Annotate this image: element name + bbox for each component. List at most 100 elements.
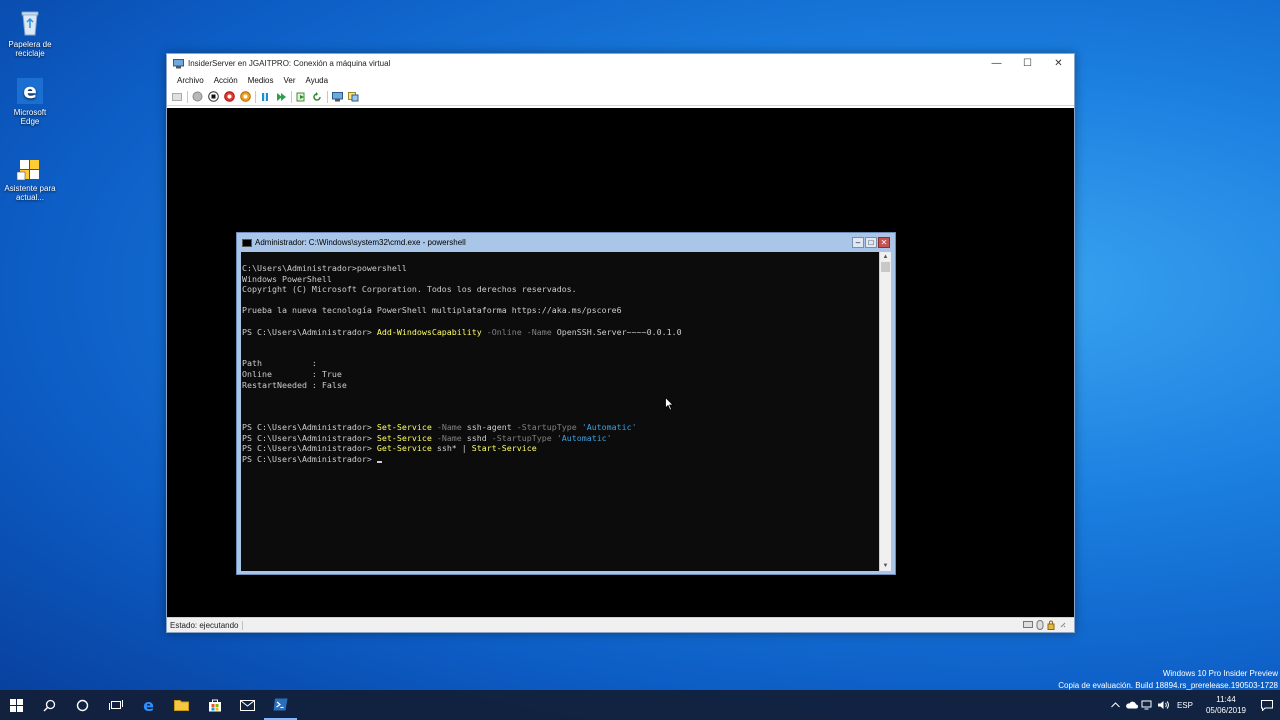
task-view-icon <box>108 700 123 710</box>
resume-icon[interactable] <box>275 91 287 103</box>
console-line: Path : <box>242 358 317 369</box>
vm-status-bar: Estado: ejecutando <box>167 617 1074 632</box>
text-cursor <box>376 461 382 464</box>
taskbar: e ESP 11:44 05/06/2019 <box>0 690 1280 720</box>
lock-icon <box>1047 620 1055 630</box>
save-state-icon[interactable] <box>239 91 251 103</box>
taskbar-store[interactable] <box>198 690 231 720</box>
edge-icon: e <box>17 78 43 104</box>
taskbar-edge[interactable]: e <box>132 690 165 720</box>
menu-archivo[interactable]: Archivo <box>177 76 204 85</box>
mail-icon <box>240 699 255 711</box>
enhanced-session-icon[interactable] <box>331 91 343 103</box>
maximize-button[interactable]: ☐ <box>1012 54 1043 73</box>
console-scrollbar[interactable]: ▲ ▼ <box>879 252 891 571</box>
close-button[interactable]: ✕ <box>1043 54 1074 73</box>
network-button[interactable] <box>1140 700 1156 710</box>
action-center-button[interactable] <box>1254 699 1280 711</box>
windows-logo-icon <box>10 698 23 712</box>
search-icon <box>43 699 56 711</box>
scroll-up-icon[interactable]: ▲ <box>880 252 891 262</box>
system-tray: ESP 11:44 05/06/2019 <box>1108 690 1280 720</box>
clock-date: 05/06/2019 <box>1205 706 1246 715</box>
svg-text:e: e <box>23 79 37 103</box>
console-line: PS C:\Users\Administrador> <box>242 454 880 465</box>
console-line: Windows PowerShell <box>242 273 332 284</box>
shut-down-icon[interactable] <box>223 91 235 103</box>
svg-text:e: e <box>143 698 154 713</box>
taskbar-vm-connection[interactable] <box>264 690 297 720</box>
keyboard-icon <box>1023 621 1033 628</box>
menu-medios[interactable]: Medios <box>248 76 274 85</box>
onedrive-button[interactable] <box>1124 701 1140 709</box>
store-icon <box>208 699 221 712</box>
menu-accion[interactable]: Acción <box>214 76 238 85</box>
share-icon[interactable] <box>347 91 359 103</box>
console-line: PS C:\Users\Administrador> Get-Service s… <box>242 443 537 454</box>
console-title-bar[interactable]: Administrador: C:\Windows\system32\cmd.e… <box>237 233 895 252</box>
scroll-thumb[interactable] <box>881 262 890 272</box>
clock[interactable]: 11:44 05/06/2019 <box>1198 694 1254 716</box>
pause-icon[interactable] <box>259 91 271 103</box>
vm-screen[interactable]: Administrador: C:\Windows\system32\cmd.e… <box>167 108 1074 617</box>
taskbar-mail[interactable] <box>231 690 264 720</box>
language-indicator[interactable]: ESP <box>1172 701 1198 710</box>
console-line: PS C:\Users\Administrador> Set-Service -… <box>242 421 637 432</box>
resize-grip-icon[interactable] <box>1058 620 1066 630</box>
clock-time: 11:44 <box>1216 695 1236 704</box>
checkpoint-icon[interactable] <box>295 91 307 103</box>
folder-icon <box>174 700 189 711</box>
desktop-icon-edge[interactable]: e Microsoft Edge <box>4 76 56 126</box>
edge-icon: e <box>143 698 154 713</box>
cortana-button[interactable] <box>66 690 99 720</box>
powershell-console-window: Administrador: C:\Windows\system32\cmd.e… <box>236 232 896 575</box>
start-icon[interactable] <box>191 91 203 103</box>
turn-off-icon[interactable] <box>207 91 219 103</box>
windows-watermark: Windows 10 Pro Insider Preview Copia de … <box>1058 668 1278 692</box>
console-minimize-button[interactable]: – <box>852 237 864 248</box>
desktop-icon-label: Papelera de reciclaje <box>8 40 52 58</box>
console-output[interactable]: C:\Users\Administrador>powershell Windows… <box>241 252 880 571</box>
powershell-icon <box>273 698 288 710</box>
volume-button[interactable] <box>1156 700 1172 710</box>
notification-icon <box>1261 699 1273 711</box>
start-button[interactable] <box>0 690 33 720</box>
mouse-pointer-icon <box>665 397 674 411</box>
desktop-icon-label: Asistente para actual... <box>4 184 56 202</box>
vm-title-bar[interactable]: InsiderServer en JGAITPRO: Conexión a má… <box>167 54 1074 73</box>
scroll-down-icon[interactable]: ▼ <box>880 561 891 571</box>
console-close-button[interactable]: ✕ <box>878 237 890 248</box>
minimize-button[interactable]: — <box>981 54 1012 73</box>
search-button[interactable] <box>33 690 66 720</box>
vm-connection-window: InsiderServer en JGAITPRO: Conexión a má… <box>166 53 1075 633</box>
menu-ver[interactable]: Ver <box>284 76 296 85</box>
cmd-icon <box>242 238 252 247</box>
network-icon <box>1141 700 1152 710</box>
menu-ayuda[interactable]: Ayuda <box>306 76 329 85</box>
vm-window-title: InsiderServer en JGAITPRO: Conexión a má… <box>188 59 391 68</box>
vm-menu-bar: Archivo Acción Medios Ver Ayuda <box>167 73 1074 88</box>
console-maximize-button[interactable]: □ <box>865 237 877 248</box>
console-line: Copyright (C) Microsoft Corporation. Tod… <box>242 284 577 295</box>
vm-status-text: Estado: ejecutando <box>170 620 243 630</box>
taskbar-file-explorer[interactable] <box>165 690 198 720</box>
show-hidden-icons-button[interactable] <box>1108 702 1124 708</box>
revert-icon[interactable] <box>311 91 323 103</box>
desktop-icon-update-assistant[interactable]: Asistente para actual... <box>4 152 56 202</box>
console-line: RestartNeeded : False <box>242 379 347 390</box>
console-line: Prueba la nueva tecnología PowerShell mu… <box>242 305 622 316</box>
task-view-button[interactable] <box>99 690 132 720</box>
console-title: Administrador: C:\Windows\system32\cmd.e… <box>255 238 466 247</box>
ctrl-alt-del-icon[interactable] <box>171 91 183 103</box>
desktop-icon-recycle-bin[interactable]: Papelera de reciclaje <box>4 8 56 58</box>
vm-connection-icon <box>173 58 184 68</box>
desktop-icon-label: Microsoft Edge <box>13 108 47 126</box>
console-line: C:\Users\Administrador>powershell <box>242 263 407 273</box>
cloud-icon <box>1126 701 1139 709</box>
